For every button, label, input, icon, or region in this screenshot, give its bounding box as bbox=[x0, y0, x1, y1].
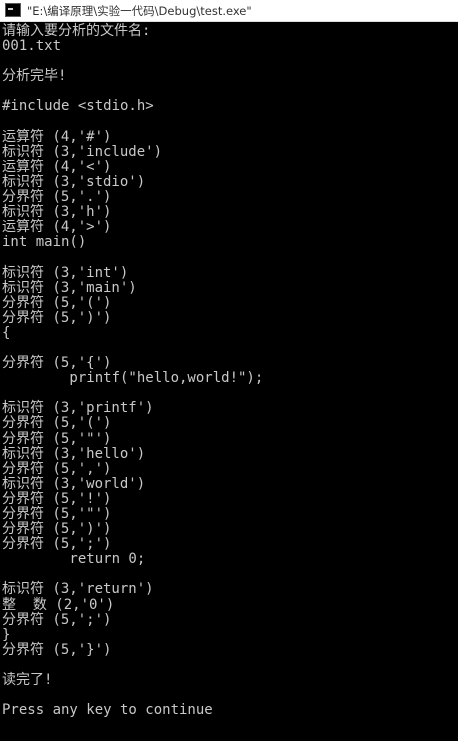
console-line: 运算符 (4,'<') bbox=[2, 158, 112, 175]
window-title: "E:\编译原理\实验一代码\Debug\test.exe" bbox=[27, 4, 252, 18]
console-line: #include <stdio.h> bbox=[2, 98, 154, 115]
console-line: 001.txt bbox=[2, 38, 62, 55]
console-line: 分界符 (5,'(') bbox=[2, 294, 112, 311]
console-line: printf("hello,world!"); bbox=[2, 370, 264, 387]
console-line: 运算符 (4,'>') bbox=[2, 219, 112, 236]
console-line: 标识符 (3,'hello') bbox=[2, 445, 146, 462]
console-line: 标识符 (3,'h') bbox=[2, 204, 112, 221]
title-bar[interactable]: "E:\编译原理\实验一代码\Debug\test.exe" bbox=[0, 0, 458, 22]
console-line: 分界符 (5,')') bbox=[2, 521, 112, 538]
console-line: 标识符 (3,'stdio') bbox=[2, 173, 146, 190]
console-line: 分界符 (5,';') bbox=[2, 536, 112, 553]
console-line: 运算符 (4,'#') bbox=[2, 128, 112, 145]
console-line: 分界符 (5,')') bbox=[2, 309, 112, 326]
console-line: 标识符 (3,'printf') bbox=[2, 400, 154, 417]
console-line: 标识符 (3,'world') bbox=[2, 475, 146, 492]
console-line: 分析完毕! bbox=[2, 68, 67, 85]
console-line: 请输入要分析的文件名: bbox=[2, 23, 151, 39]
console-line: 标识符 (3,'int') bbox=[2, 264, 129, 281]
console-line: 分界符 (5,',') bbox=[2, 460, 112, 477]
console-line: 读完了! bbox=[2, 672, 53, 689]
console-line: } bbox=[2, 626, 11, 643]
console-line: 标识符 (3,'include') bbox=[2, 143, 163, 160]
console-line: return 0; bbox=[2, 551, 146, 568]
console-output[interactable]: 请输入要分析的文件名: 001.txt 分析完毕! #include <stdio.h… bbox=[0, 22, 458, 741]
console-line: 分界符 (5,'"') bbox=[2, 506, 112, 522]
console-line: 分界符 (5,'!') bbox=[2, 490, 112, 507]
console-line: 分界符 (5,'.') bbox=[2, 189, 112, 206]
console-line: 分界符 (5,'{') bbox=[2, 355, 112, 372]
console-line: Press any key to continue bbox=[2, 702, 213, 719]
console-line: 分界符 (5,'"') bbox=[2, 430, 112, 447]
console-line: 标识符 (3,'return') bbox=[2, 581, 154, 598]
console-line: 整 数 (2,'0') bbox=[2, 596, 115, 613]
console-window: "E:\编译原理\实验一代码\Debug\test.exe" 请输入要分析的文件… bbox=[0, 0, 458, 741]
console-line: 标识符 (3,'main') bbox=[2, 279, 137, 296]
console-line: { bbox=[2, 324, 11, 341]
console-line: 分界符 (5,';') bbox=[2, 611, 112, 628]
console-line: 分界符 (5,'(') bbox=[2, 415, 112, 432]
console-line: 分界符 (5,'}') bbox=[2, 641, 112, 658]
console-line: int main() bbox=[2, 234, 87, 251]
console-app-icon bbox=[5, 3, 21, 17]
